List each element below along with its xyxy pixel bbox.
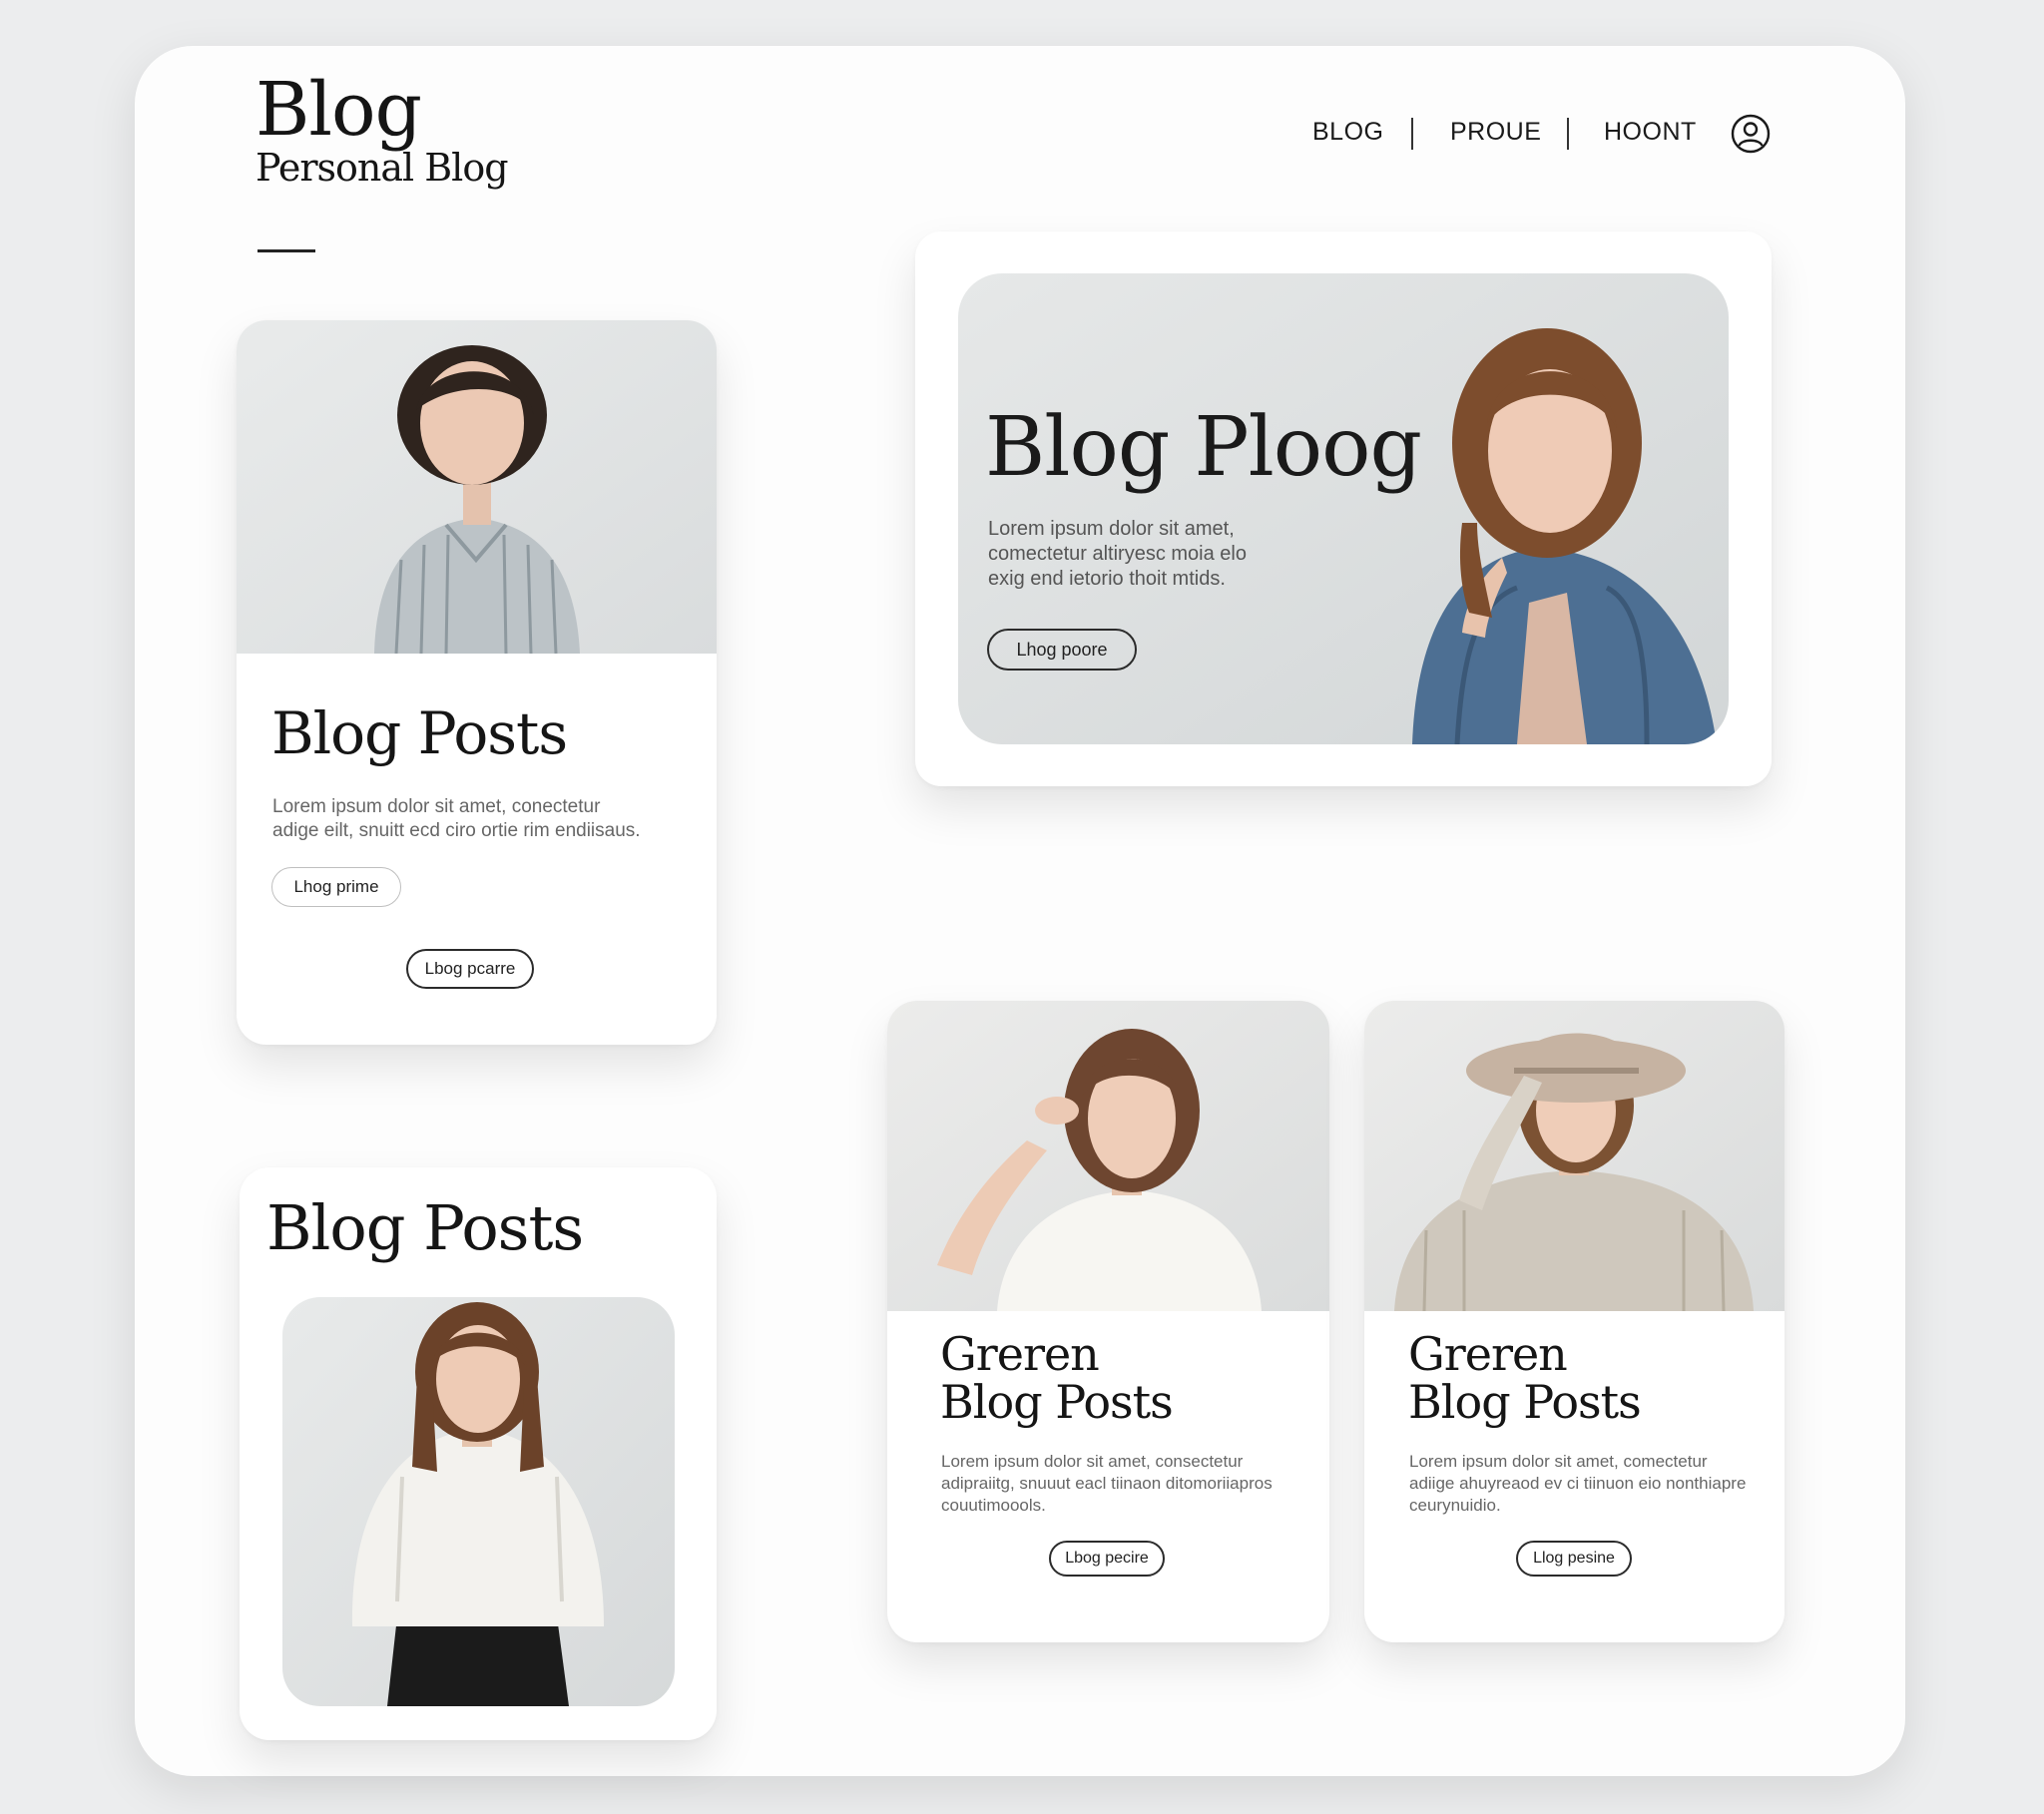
post-card-4-title-line: Blog Posts bbox=[1408, 1375, 1642, 1429]
post-card-3[interactable]: Greren Blog Posts Lorem ipsum dolor sit … bbox=[887, 1001, 1329, 1642]
site-subtitle: Personal Blog bbox=[256, 146, 509, 190]
nav-item-blog[interactable]: BLOG bbox=[1312, 118, 1383, 147]
post-card-1-secondary-button[interactable]: Lhog prime bbox=[271, 867, 401, 907]
post-card-3-text-line: Lorem ipsum dolor sit amet, consectetur bbox=[941, 1452, 1244, 1471]
post-card-4-text-line: ceurynuidio. bbox=[1409, 1496, 1501, 1515]
post-card-4-read-button[interactable]: Llog pesine bbox=[1516, 1541, 1632, 1577]
site-title[interactable]: Blog bbox=[256, 71, 422, 150]
featured-text-line: Lorem ipsum dolor sit amet, bbox=[988, 518, 1235, 540]
post-card-2-title: Blog Posts bbox=[266, 1191, 584, 1264]
user-circle-icon[interactable] bbox=[1731, 114, 1771, 154]
featured-read-button[interactable]: Lhog poore bbox=[987, 629, 1137, 671]
featured-text-line: exig end ietorio thoit mtids. bbox=[988, 568, 1226, 590]
post-card-4-title: Greren Blog Posts bbox=[1408, 1327, 1642, 1429]
post-card-3-title-line: Blog Posts bbox=[940, 1375, 1174, 1429]
post-card-4-text-line: adiige ahuyreaod ev ci tiinuon eio nonth… bbox=[1409, 1474, 1747, 1493]
post-card-3-text-line: couutimoools. bbox=[941, 1496, 1046, 1515]
nav-item-hoont[interactable]: HOONT bbox=[1604, 118, 1697, 147]
post-card-4-text-line: Lorem ipsum dolor sit amet, comectetur bbox=[1409, 1452, 1708, 1471]
post-card-3-read-button[interactable]: Lbog pecire bbox=[1049, 1541, 1165, 1577]
post-card-3-text-line: adipraiitg, snuuut eacl tiinaon ditomori… bbox=[941, 1474, 1273, 1493]
post-card-2-photo bbox=[282, 1297, 675, 1706]
post-card-1-text-line: Lorem ipsum dolor sit amet, conectetur bbox=[272, 796, 601, 817]
post-card-3-title-line: Greren bbox=[940, 1327, 1100, 1381]
featured-text-line: comectetur altiryesc moia elo bbox=[988, 543, 1247, 565]
nav-divider bbox=[1567, 118, 1569, 150]
post-card-1-text-line: adige eilt, snuitt ecd ciro ortie rim en… bbox=[272, 820, 641, 841]
featured-title: Blog Ploog bbox=[985, 400, 1422, 495]
post-card-1-read-button[interactable]: Lbog pcarre bbox=[406, 949, 534, 989]
post-card-4-photo bbox=[1364, 1001, 1785, 1311]
featured-card[interactable]: Blog Ploog Lorem ipsum dolor sit amet, c… bbox=[915, 231, 1772, 786]
post-card-2[interactable]: Blog Posts bbox=[240, 1167, 717, 1740]
nav-divider bbox=[1411, 118, 1413, 150]
post-card-4[interactable]: Greren Blog Posts Lorem ipsum dolor sit … bbox=[1364, 1001, 1785, 1642]
nav-item-proue[interactable]: PROUE bbox=[1450, 118, 1541, 147]
post-card-1[interactable]: Blog Posts Lorem ipsum dolor sit amet, c… bbox=[237, 320, 717, 1045]
title-divider bbox=[257, 249, 315, 252]
post-card-4-title-line: Greren bbox=[1408, 1327, 1568, 1381]
featured-photo bbox=[958, 273, 1729, 744]
post-card-1-photo bbox=[237, 320, 717, 654]
post-card-1-title: Blog Posts bbox=[271, 699, 568, 767]
post-card-3-title: Greren Blog Posts bbox=[940, 1327, 1174, 1429]
post-card-3-photo bbox=[887, 1001, 1329, 1311]
